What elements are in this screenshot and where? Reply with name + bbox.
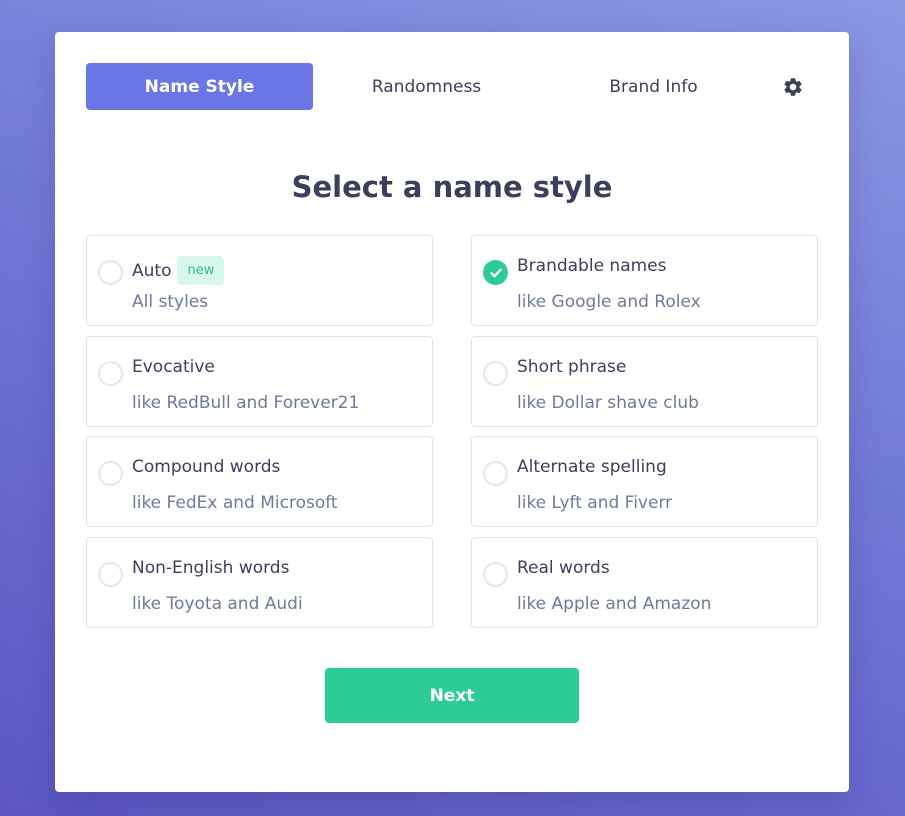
tab-name-style[interactable]: Name Style xyxy=(86,63,313,110)
settings-button[interactable] xyxy=(778,72,808,102)
name-style-options: Auto new All styles Brandable names like… xyxy=(86,235,818,628)
check-circle-icon xyxy=(483,260,508,285)
option-evocative[interactable]: Evocative like RedBull and Forever21 xyxy=(86,336,433,427)
next-button[interactable]: Next xyxy=(325,668,579,723)
option-name: Non-English words xyxy=(132,558,290,578)
gear-icon xyxy=(784,78,802,96)
radio-unchecked-icon xyxy=(483,562,508,587)
option-name: Compound words xyxy=(132,457,281,477)
radio-unchecked-icon xyxy=(98,361,123,386)
option-description: All styles xyxy=(132,292,209,312)
option-non-english-words[interactable]: Non-English words like Toyota and Audi xyxy=(86,537,433,628)
tab-bar: Name Style Randomness Brand Info xyxy=(86,63,818,110)
option-description: like Toyota and Audi xyxy=(132,594,303,614)
new-badge: new xyxy=(177,256,225,285)
name-style-card: Name Style Randomness Brand Info Select … xyxy=(55,32,849,792)
tab-brand-info[interactable]: Brand Info xyxy=(540,63,767,110)
option-alternate-spelling[interactable]: Alternate spelling like Lyft and Fiverr xyxy=(471,436,818,527)
option-name: Brandable names xyxy=(517,256,667,276)
option-name: Alternate spelling xyxy=(517,457,667,477)
option-description: like FedEx and Microsoft xyxy=(132,493,338,513)
option-brandable-names[interactable]: Brandable names like Google and Rolex xyxy=(471,235,818,326)
option-name: Real words xyxy=(517,558,610,578)
option-name-text: Auto xyxy=(132,260,172,281)
option-description: like Lyft and Fiverr xyxy=(517,493,673,513)
option-description: like RedBull and Forever21 xyxy=(132,393,360,413)
radio-unchecked-icon xyxy=(483,361,508,386)
radio-unchecked-icon xyxy=(98,562,123,587)
option-name: Auto new xyxy=(132,256,225,285)
option-description: like Google and Rolex xyxy=(517,292,701,312)
radio-unchecked-icon xyxy=(483,461,508,486)
option-name: Short phrase xyxy=(517,357,627,377)
tab-randomness[interactable]: Randomness xyxy=(313,63,540,110)
option-compound-words[interactable]: Compound words like FedEx and Microsoft xyxy=(86,436,433,527)
option-real-words[interactable]: Real words like Apple and Amazon xyxy=(471,537,818,628)
option-short-phrase[interactable]: Short phrase like Dollar shave club xyxy=(471,336,818,427)
option-auto[interactable]: Auto new All styles xyxy=(86,235,433,326)
option-description: like Apple and Amazon xyxy=(517,594,712,614)
option-name: Evocative xyxy=(132,357,215,377)
option-description: like Dollar shave club xyxy=(517,393,699,413)
page-title: Select a name style xyxy=(291,170,613,204)
radio-unchecked-icon xyxy=(98,260,123,285)
radio-unchecked-icon xyxy=(98,461,123,486)
